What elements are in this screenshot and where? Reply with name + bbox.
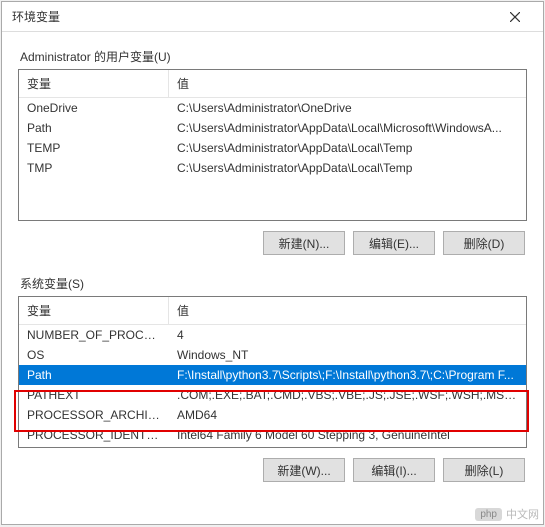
- cell-value: 6: [169, 445, 526, 448]
- sys-vars-list[interactable]: 变量 值 NUMBER_OF_PROCESSORS4OSWindows_NTPa…: [18, 296, 527, 448]
- user-list-header: 变量 值: [19, 70, 526, 98]
- cell-name: PROCESSOR_ARCHITECT: [19, 405, 169, 425]
- table-row[interactable]: PROCESSOR_ARCHITECTAMD64: [19, 405, 526, 425]
- table-row[interactable]: PATHEXT.COM;.EXE;.BAT;.CMD;.VBS;.VBE;.JS…: [19, 385, 526, 405]
- sys-new-button[interactable]: 新建(W)...: [263, 458, 345, 482]
- cell-name: PROCESSOR_LEVEL: [19, 445, 169, 448]
- window-title: 环境变量: [12, 8, 60, 25]
- cell-value: F:\Install\python3.7\Scripts\;F:\Install…: [169, 365, 526, 385]
- titlebar: 环境变量: [2, 2, 543, 32]
- col-name[interactable]: 变量: [19, 297, 169, 324]
- user-buttons: 新建(N)... 编辑(E)... 删除(D): [18, 221, 527, 261]
- cell-value: AMD64: [169, 405, 526, 425]
- table-row[interactable]: TEMPC:\Users\Administrator\AppData\Local…: [19, 138, 526, 158]
- cell-name: NUMBER_OF_PROCESSORS: [19, 325, 169, 345]
- col-value[interactable]: 值: [169, 297, 526, 324]
- sys-list-body[interactable]: NUMBER_OF_PROCESSORS4OSWindows_NTPathF:\…: [19, 325, 526, 448]
- cell-name: OneDrive: [19, 98, 169, 118]
- cell-name: PROCESSOR_IDENTIFIER: [19, 425, 169, 445]
- table-row[interactable]: OneDriveC:\Users\Administrator\OneDrive: [19, 98, 526, 118]
- sys-delete-button[interactable]: 删除(L): [443, 458, 525, 482]
- env-vars-dialog: 环境变量 Administrator 的用户变量(U) 变量 值 OneDriv…: [1, 1, 544, 525]
- cell-value: C:\Users\Administrator\AppData\Local\Tem…: [169, 158, 526, 178]
- table-row[interactable]: PROCESSOR_IDENTIFIERIntel64 Family 6 Mod…: [19, 425, 526, 445]
- cell-name: Path: [19, 365, 169, 385]
- user-delete-button[interactable]: 删除(D): [443, 231, 525, 255]
- cell-value: 4: [169, 325, 526, 345]
- table-row[interactable]: PathF:\Install\python3.7\Scripts\;F:\Ins…: [19, 365, 526, 385]
- user-list-body[interactable]: OneDriveC:\Users\Administrator\OneDriveP…: [19, 98, 526, 221]
- sys-list-header: 变量 值: [19, 297, 526, 325]
- user-edit-button[interactable]: 编辑(E)...: [353, 231, 435, 255]
- table-row[interactable]: TMPC:\Users\Administrator\AppData\Local\…: [19, 158, 526, 178]
- close-icon: [510, 12, 520, 22]
- cell-value: C:\Users\Administrator\AppData\Local\Tem…: [169, 138, 526, 158]
- user-vars-label: Administrator 的用户变量(U): [20, 48, 527, 65]
- cell-name: Path: [19, 118, 169, 138]
- cell-name: TEMP: [19, 138, 169, 158]
- cell-value: .COM;.EXE;.BAT;.CMD;.VBS;.VBE;.JS;.JSE;.…: [169, 385, 526, 405]
- sys-vars-label: 系统变量(S): [20, 275, 527, 292]
- cell-name: PATHEXT: [19, 385, 169, 405]
- table-row[interactable]: NUMBER_OF_PROCESSORS4: [19, 325, 526, 345]
- cell-value: Windows_NT: [169, 345, 526, 365]
- sys-edit-button[interactable]: 编辑(I)...: [353, 458, 435, 482]
- col-value[interactable]: 值: [169, 70, 526, 97]
- table-row[interactable]: OSWindows_NT: [19, 345, 526, 365]
- cell-value: C:\Users\Administrator\OneDrive: [169, 98, 526, 118]
- sys-buttons: 新建(W)... 编辑(I)... 删除(L): [18, 448, 527, 488]
- cell-name: OS: [19, 345, 169, 365]
- close-button[interactable]: [495, 3, 535, 31]
- content-area: Administrator 的用户变量(U) 变量 值 OneDriveC:\U…: [2, 32, 543, 524]
- user-vars-list[interactable]: 变量 值 OneDriveC:\Users\Administrator\OneD…: [18, 69, 527, 221]
- cell-value: C:\Users\Administrator\AppData\Local\Mic…: [169, 118, 526, 138]
- table-row[interactable]: PathC:\Users\Administrator\AppData\Local…: [19, 118, 526, 138]
- col-name[interactable]: 变量: [19, 70, 169, 97]
- cell-value: Intel64 Family 6 Model 60 Stepping 3, Ge…: [169, 425, 526, 445]
- cell-name: TMP: [19, 158, 169, 178]
- table-row[interactable]: PROCESSOR_LEVEL6: [19, 445, 526, 448]
- user-new-button[interactable]: 新建(N)...: [263, 231, 345, 255]
